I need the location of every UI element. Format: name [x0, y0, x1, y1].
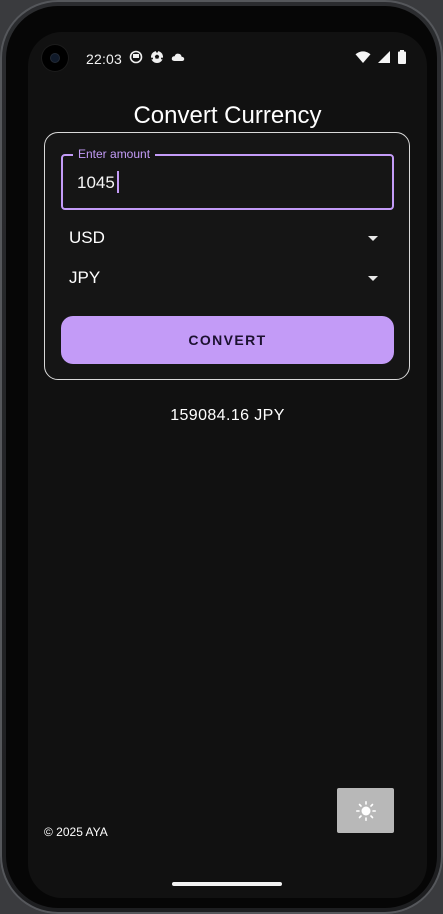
- sun-icon: [355, 800, 376, 821]
- device-frame: 22:03 Convert Currency Enter amount 1045…: [0, 0, 443, 914]
- copyright-footer: © 2025 AYA: [44, 825, 108, 839]
- convert-button[interactable]: CONVERT: [61, 316, 394, 364]
- chevron-down-icon: [368, 235, 378, 241]
- notification-icon: [129, 50, 143, 64]
- page-title: Convert Currency: [133, 102, 322, 129]
- soccer-ball-icon: [151, 50, 163, 63]
- chevron-down-icon: [368, 275, 378, 281]
- from-currency-select[interactable]: USD: [61, 220, 394, 256]
- amount-field[interactable]: Enter amount: [61, 147, 394, 210]
- status-system-icons: [355, 50, 407, 64]
- front-camera: [42, 45, 68, 71]
- cloud-icon: [171, 53, 185, 61]
- status-time: 22:03: [86, 51, 123, 67]
- from-currency-value: USD: [69, 228, 105, 247]
- wifi-icon: [355, 51, 371, 63]
- amount-input[interactable]: [77, 172, 377, 194]
- theme-toggle-button[interactable]: [337, 788, 394, 833]
- screen: 22:03 Convert Currency Enter amount 1045…: [28, 32, 427, 898]
- to-currency-select[interactable]: JPY: [61, 260, 394, 296]
- amount-field-label: Enter amount: [73, 147, 156, 161]
- conversion-result: 159084.16 JPY: [170, 407, 285, 424]
- text-cursor: [117, 171, 119, 193]
- device-bezel: 22:03 Convert Currency Enter amount 1045…: [6, 6, 437, 908]
- home-indicator[interactable]: [172, 882, 282, 886]
- converter-card: Enter amount USD JPY CONVERT: [44, 132, 410, 380]
- status-notification-icons: [129, 50, 185, 64]
- battery-icon: [398, 50, 406, 64]
- cell-signal-icon: [378, 51, 390, 63]
- to-currency-value: JPY: [69, 268, 101, 287]
